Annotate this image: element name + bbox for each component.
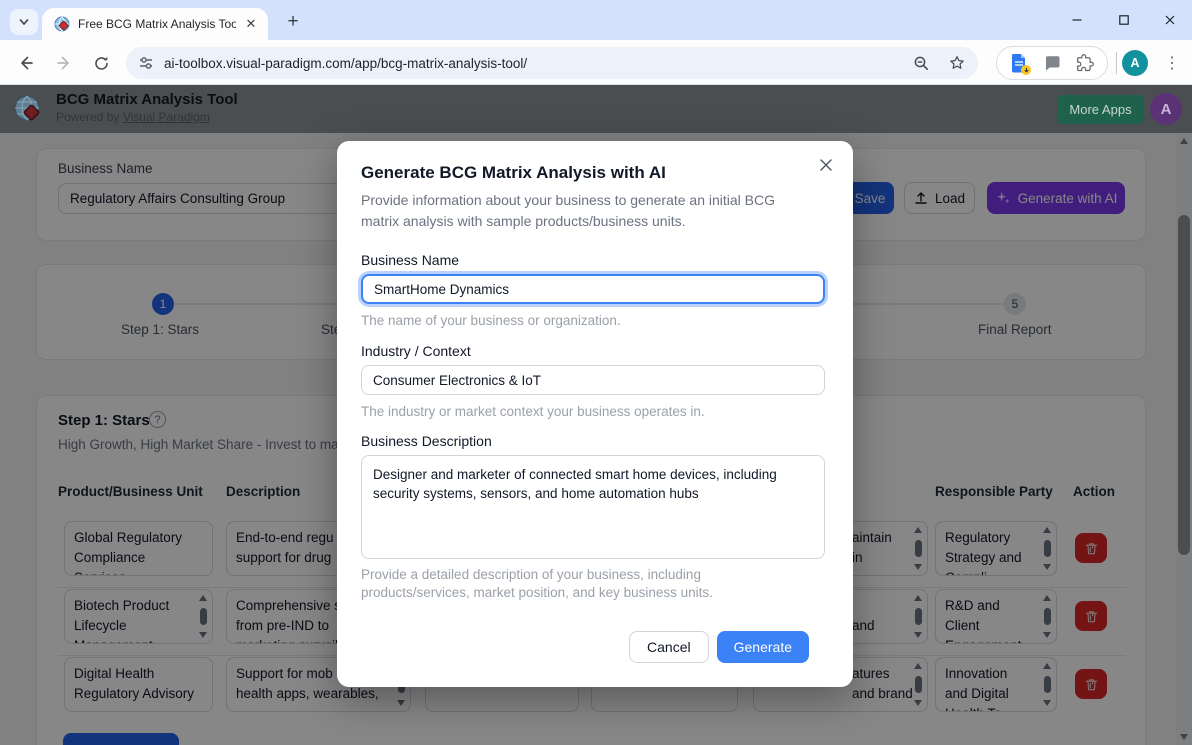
forward-button[interactable]: [52, 50, 78, 76]
window-minimize-button[interactable]: [1066, 10, 1088, 30]
generate-button[interactable]: Generate: [717, 631, 809, 663]
minimize-icon: [1071, 14, 1083, 26]
window-close-button[interactable]: [1159, 10, 1181, 30]
site-settings-icon: [138, 55, 154, 71]
app-logo: [12, 93, 44, 125]
cancel-button[interactable]: Cancel: [629, 631, 709, 663]
modal-industry-input[interactable]: [361, 365, 825, 395]
new-tab-button[interactable]: +: [280, 9, 306, 35]
modal-description-label: Business Description: [361, 433, 829, 449]
tab-strip: Free BCG Matrix Analysis Tool | ✕ +: [0, 0, 1192, 40]
browser-tab[interactable]: Free BCG Matrix Analysis Tool | ✕: [42, 8, 268, 40]
app-header: BCG Matrix Analysis Tool Powered by Visu…: [0, 85, 1192, 133]
zoom-out-icon[interactable]: [913, 55, 930, 72]
app-subtitle: Powered by Visual Paradigm: [56, 110, 210, 124]
maximize-icon: [1118, 14, 1130, 26]
browser-profile-avatar[interactable]: A: [1122, 50, 1148, 76]
chevron-down-icon: [18, 16, 30, 28]
download-extension-icon[interactable]: [1010, 53, 1028, 73]
tab-search-button[interactable]: [10, 9, 38, 35]
modal-title: Generate BCG Matrix Analysis with AI: [361, 163, 829, 183]
url-text: ai-toolbox.visual-paradigm.com/app/bcg-m…: [164, 56, 913, 71]
bookmark-star-icon[interactable]: [948, 54, 966, 72]
reload-button[interactable]: [88, 50, 114, 76]
forward-icon: [56, 54, 74, 72]
modal-description-textarea[interactable]: Designer and marketer of connected smart…: [361, 455, 825, 559]
site-favicon: [54, 16, 70, 32]
tab-close-icon[interactable]: ✕: [242, 15, 260, 33]
close-icon: [819, 158, 833, 172]
modal-close-button[interactable]: [815, 155, 837, 177]
reload-icon: [93, 55, 110, 72]
generate-ai-modal: Generate BCG Matrix Analysis with AI Pro…: [337, 141, 853, 687]
modal-description: Provide information about your business …: [361, 190, 813, 232]
extensions-puzzle-icon[interactable]: [1076, 54, 1094, 72]
browser-menu-button[interactable]: ⋮: [1160, 50, 1184, 76]
modal-industry-helper: The industry or market context your busi…: [361, 403, 829, 421]
modal-business-name-helper: The name of your business or organizatio…: [361, 312, 829, 330]
extensions-pill: [996, 46, 1108, 80]
more-apps-button[interactable]: More Apps: [1057, 95, 1144, 124]
close-icon: [1164, 14, 1176, 26]
browser-window: Free BCG Matrix Analysis Tool | ✕ + ai-t…: [0, 0, 1192, 745]
powered-by-text: Powered by: [56, 110, 119, 124]
modal-industry-label: Industry / Context: [361, 343, 829, 359]
app-title: BCG Matrix Analysis Tool: [56, 91, 238, 108]
back-icon: [16, 54, 34, 72]
comment-extension-icon[interactable]: [1043, 54, 1061, 72]
toolbar-separator: [1116, 52, 1117, 74]
visual-paradigm-link[interactable]: Visual Paradigm: [123, 110, 210, 124]
back-button[interactable]: [12, 50, 38, 76]
modal-business-name-label: Business Name: [361, 252, 829, 268]
modal-footer: Cancel Generate: [361, 631, 829, 663]
modal-description-helper: Provide a detailed description of your b…: [361, 566, 813, 602]
modal-business-name-input[interactable]: [361, 274, 825, 304]
window-maximize-button[interactable]: [1113, 10, 1135, 30]
url-bar[interactable]: ai-toolbox.visual-paradigm.com/app/bcg-m…: [126, 47, 978, 79]
app-user-avatar[interactable]: A: [1150, 93, 1182, 125]
tab-title: Free BCG Matrix Analysis Tool |: [78, 17, 236, 31]
